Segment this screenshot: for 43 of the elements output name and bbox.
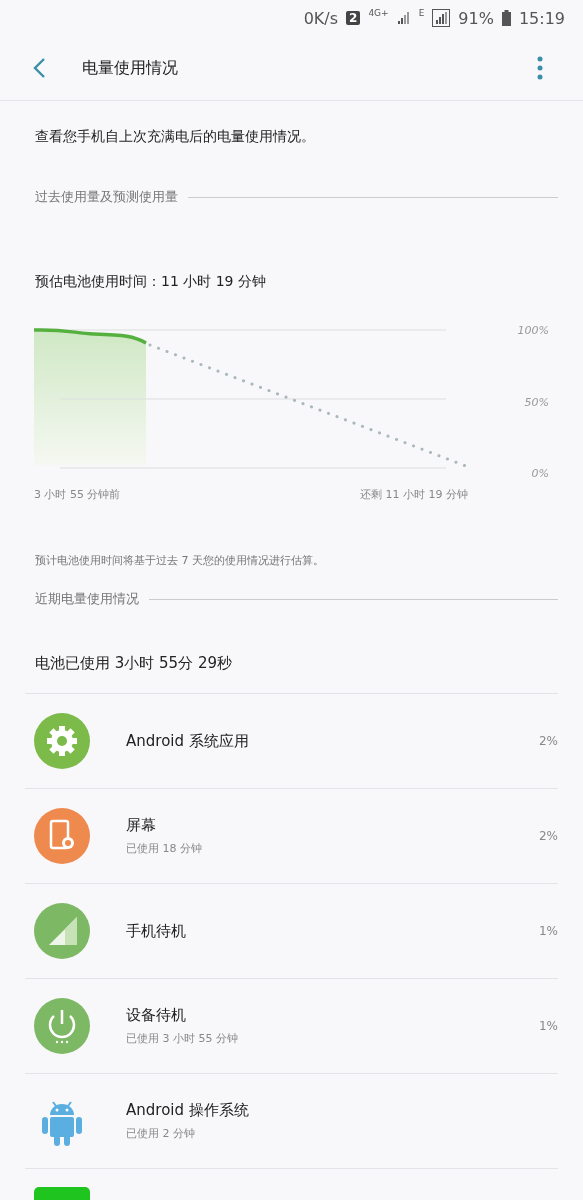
item-name: 手机待机: [126, 921, 187, 941]
axis-label: 3 小时 55 分钟前: [34, 488, 121, 501]
signal-icon: [34, 903, 90, 959]
description-text: 查看您手机自上次充满电后的电量使用情况。: [35, 128, 316, 146]
item-detail: 已使用 3 小时 55 分钟: [126, 1031, 239, 1046]
phone-brightness-icon: [34, 808, 90, 864]
signal-icon: [396, 11, 411, 25]
battery-used-text: 电池已使用 3小时 55分 29秒: [35, 654, 234, 673]
network-type: 4G+: [368, 8, 389, 18]
item-name: 屏幕: [126, 816, 157, 835]
gear-icon: [34, 713, 90, 769]
usage-item[interactable]: 设备待机 已使用 3 小时 55 分钟 1%: [25, 979, 558, 1074]
page-title: 电量使用情况: [82, 57, 179, 79]
item-percent: 2%: [538, 829, 558, 843]
power-icon: [34, 998, 90, 1054]
section-heading: 过去使用量及预测使用量: [35, 188, 178, 206]
axis-label: 50%: [524, 396, 549, 409]
network-speed: 0K/s: [303, 8, 339, 28]
item-percent: 1%: [538, 1019, 558, 1033]
clock: 15:19: [518, 8, 565, 28]
item-detail: 已使用 2 分钟: [126, 1126, 196, 1141]
item-name: Android 系统应用: [126, 731, 250, 751]
more-icon: [537, 56, 543, 80]
usage-item[interactable]: 屏幕 已使用 18 分钟 2%: [25, 789, 558, 884]
sim-badge: 2: [346, 11, 361, 25]
item-percent: 2%: [538, 734, 558, 748]
item-name: 设备待机: [126, 1006, 187, 1025]
usage-item[interactable]: 手机待机 1%: [25, 884, 558, 979]
usage-item[interactable]: Android 操作系统 已使用 2 分钟: [25, 1074, 558, 1169]
axis-label: 0%: [531, 467, 549, 480]
note-text: 预计电池使用时间将基于过去 7 天您的使用情况进行估算。: [35, 553, 325, 568]
signal-icon: [432, 9, 451, 27]
item-detail: 已使用 18 分钟: [126, 841, 203, 856]
battery-icon: [501, 10, 511, 26]
axis-label: 100%: [517, 324, 549, 337]
axis-label: 还剩 11 小时 19 分钟: [360, 488, 468, 501]
section-heading: 近期电量使用情况: [35, 590, 139, 608]
item-name: Android 操作系统: [126, 1101, 250, 1120]
item-percent: 1%: [538, 924, 558, 938]
network-type: E: [418, 8, 425, 18]
battery-percent: 91%: [458, 8, 494, 28]
usage-item[interactable]: Android 系统应用 2%: [25, 694, 558, 789]
estimate-text: 预估电池使用时间：11 小时 19 分钟: [35, 273, 267, 291]
